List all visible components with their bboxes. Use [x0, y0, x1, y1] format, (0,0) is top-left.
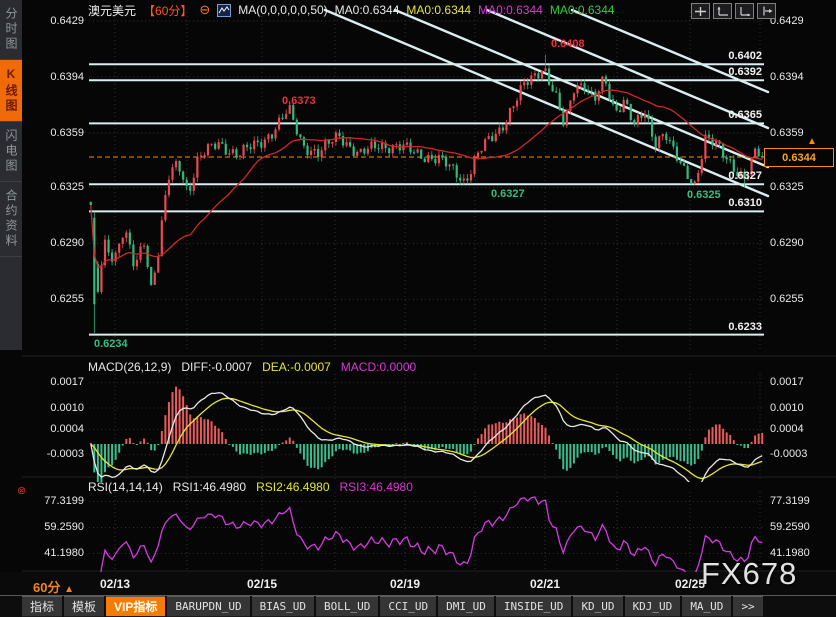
toolbar-button-模板[interactable]: 模板	[64, 596, 104, 617]
level-label-0.6402: 0.6402	[698, 50, 762, 62]
toolbar-button-指标[interactable]: 指标	[22, 596, 62, 617]
rsi-title: RSI(14,14,14)	[88, 480, 163, 494]
axis-label: 77.3199	[24, 495, 84, 507]
toolbar-button-DMI_UD[interactable]: DMI_UD	[438, 596, 494, 617]
chart-svg	[0, 0, 836, 617]
toolbar-button-VIP指标[interactable]: VIP指标	[106, 596, 165, 617]
axis-label: 0.6394	[24, 71, 84, 83]
sidebar-item-2[interactable]: 闪电图	[0, 122, 22, 182]
macd-title: MACD(26,12,9)	[88, 360, 171, 374]
macd-dea-value: DEA:-0.0007	[262, 360, 331, 374]
symbol-name: 澳元美元	[88, 2, 136, 19]
price-arrow-icon: ▲	[807, 136, 817, 147]
fit-x-axis-icon[interactable]	[735, 3, 754, 19]
ma-value-0: MA0:0.6344	[335, 3, 400, 17]
axis-label: 0.6394	[770, 71, 804, 83]
axis-label: 0.6325	[770, 181, 804, 193]
annotation-0.6234: 0.6234	[94, 338, 128, 350]
pan-icon[interactable]	[691, 3, 710, 19]
fit-y-axis-icon[interactable]	[713, 3, 732, 19]
sidebar-item-1[interactable]: K线图	[0, 60, 22, 122]
toolbar-button-KDJ_UD[interactable]: KDJ_UD	[625, 596, 681, 617]
axis-label: 0.0004	[770, 423, 804, 435]
current-price-box: 0.6344	[764, 148, 834, 167]
axis-label: 59.2590	[770, 521, 810, 533]
ma-value-1: MA0:0.6344	[406, 3, 471, 17]
axis-label: -0.0003	[770, 448, 807, 460]
annotation-0.6325: 0.6325	[687, 189, 721, 201]
ma-value-3: MA0:0.6344	[550, 3, 615, 17]
level-label-0.6392: 0.6392	[698, 66, 762, 78]
toolbar-button-INSIDE_UD[interactable]: INSIDE_UD	[496, 596, 572, 617]
indicator-toolbar: 指标模板VIP指标BARUPDN_UDBIAS_UDBOLL_UDCCI_UDD…	[0, 595, 836, 617]
axis-label: 0.0004	[24, 423, 84, 435]
axis-label: 0.6325	[24, 181, 84, 193]
remove-indicator-icon[interactable]: ⊗	[17, 484, 26, 497]
axis-label: 0.0010	[24, 402, 84, 414]
toolbar-button->>[interactable]: >>	[733, 596, 762, 617]
ma-formula: MA(0,0,0,0,0,50)	[238, 3, 327, 17]
rsi-header: RSI(14,14,14) RSI1:46.4980 RSI2:46.4980 …	[88, 480, 413, 494]
axis-label: 0.6429	[24, 15, 84, 27]
axis-label: 0.0017	[770, 376, 804, 388]
sidebar-item-3[interactable]: 合约资料	[0, 182, 22, 257]
axis-label: -0.0003	[24, 448, 84, 460]
annotation-0.6408: 0.6408	[551, 38, 585, 50]
period-arrow-icon: ▲	[64, 584, 74, 595]
macd-header: MACD(26,12,9) DIFF:-0.0007 DEA:-0.0007 M…	[88, 360, 416, 374]
axis-label: 0.0017	[24, 376, 84, 388]
toolbar-button-BOLL_UD[interactable]: BOLL_UD	[316, 596, 378, 617]
rsi1-value: RSI1:46.4980	[173, 480, 246, 494]
axis-label: 0.6255	[770, 293, 804, 305]
time-label-02/15: 02/15	[247, 577, 277, 591]
chart-tool-icons	[691, 3, 776, 19]
rsi3-value: RSI3:46.4980	[340, 480, 413, 494]
axis-label: 0.6290	[770, 237, 804, 249]
annotation-0.6327: 0.6327	[491, 188, 525, 200]
axis-label: 77.3199	[770, 495, 810, 507]
axis-label: 0.0010	[770, 402, 804, 414]
sidebar-item-0[interactable]: 分时图	[0, 0, 22, 60]
level-label-0.6233: 0.6233	[698, 321, 762, 333]
level-label-0.6365: 0.6365	[698, 109, 762, 121]
trading-app-window: 分时图K线图闪电图合约资料 澳元美元 【60分】 ⊖ MA(0,0,0,0,0,…	[0, 0, 836, 617]
shift-right-icon[interactable]	[757, 3, 776, 19]
ma-values: MA0:0.6344 MA0:0.6344 MA0:0.6344 MA0:0.6344	[335, 3, 622, 17]
chart-header: 澳元美元 【60分】 ⊖ MA(0,0,0,0,0,50) MA0:0.6344…	[88, 2, 622, 18]
rsi2-value: RSI2:46.4980	[256, 480, 329, 494]
time-label-02/13: 02/13	[100, 577, 130, 591]
line-chart-icon	[217, 4, 231, 17]
annotation-0.6373: 0.6373	[282, 95, 316, 107]
level-label-0.6327: 0.6327	[698, 170, 762, 182]
period-tag[interactable]: 60分 ▲	[33, 577, 74, 596]
axis-label: 0.6290	[24, 237, 84, 249]
period-label: 【60分】	[143, 2, 192, 19]
toolbar-button-KD_UD[interactable]: KD_UD	[573, 596, 622, 617]
toolbar-spacer	[0, 596, 20, 617]
toolbar-button-BARUPDN_UD[interactable]: BARUPDN_UD	[167, 596, 249, 617]
macd-macd-value: MACD:0.0000	[341, 360, 416, 374]
ma-value-2: MA0:0.6344	[478, 3, 543, 17]
macd-diff-value: DIFF:-0.0007	[181, 360, 252, 374]
axis-label: 0.6359	[770, 127, 804, 139]
axis-label: 59.2590	[24, 521, 84, 533]
axis-label: 41.1980	[24, 547, 84, 559]
axis-label: 0.6255	[24, 293, 84, 305]
time-label-02/19: 02/19	[390, 577, 420, 591]
chart-canvas[interactable]	[0, 0, 836, 617]
watermark: FX678	[701, 556, 797, 592]
sidebar: 分时图K线图闪电图合约资料	[0, 0, 22, 350]
toolbar-button-MA_UD[interactable]: MA_UD	[682, 596, 731, 617]
axis-label: 0.6359	[24, 127, 84, 139]
time-label-02/21: 02/21	[530, 577, 560, 591]
toolbar-button-CCI_UD[interactable]: CCI_UD	[380, 596, 436, 617]
toolbar-button-BIAS_UD[interactable]: BIAS_UD	[252, 596, 314, 617]
collapse-icon[interactable]: ⊖	[199, 4, 210, 16]
